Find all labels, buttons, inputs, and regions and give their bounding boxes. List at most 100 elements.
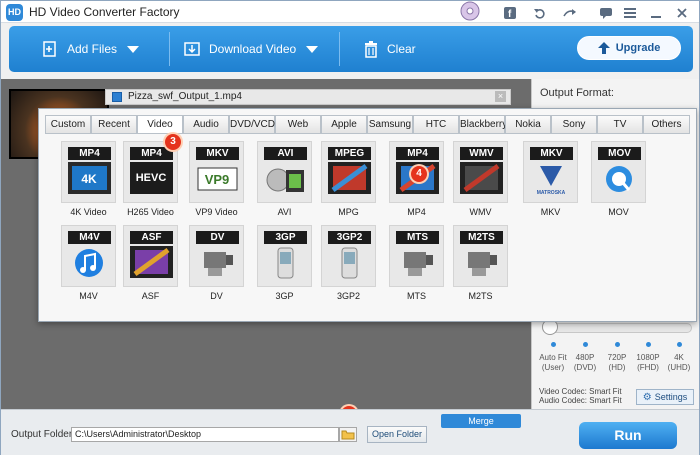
upgrade-button[interactable]: Upgrade <box>577 36 681 60</box>
tab-htc[interactable]: HTC <box>413 115 459 134</box>
window-title: HD Video Converter Factory <box>29 5 180 19</box>
format-band: MTS <box>396 231 439 244</box>
res-option-1080p[interactable]: 1080P (FHD) <box>632 353 664 373</box>
format-label: WMV <box>469 207 492 217</box>
run-button[interactable]: Run <box>579 422 677 449</box>
film-4k-icon: 4K <box>68 162 111 194</box>
svg-text:VP9: VP9 <box>205 172 230 187</box>
chevron-down-icon[interactable] <box>127 45 140 53</box>
format-band: 3GP <box>264 231 307 244</box>
file-checkbox[interactable] <box>112 92 122 102</box>
settings-button[interactable]: ⚙ Settings <box>636 389 694 405</box>
close-icon[interactable] <box>667 2 697 22</box>
format-band: AVI <box>264 147 307 160</box>
phone-icon <box>277 247 294 279</box>
format-label: VP9 Video <box>195 207 238 217</box>
merge-button[interactable]: Merge <box>441 414 521 428</box>
toolbar-divider <box>169 32 170 66</box>
remove-file-icon[interactable]: × <box>495 91 506 102</box>
facebook-icon[interactable]: f <box>495 2 525 22</box>
redo-icon[interactable] <box>555 2 585 22</box>
res-dot <box>615 342 620 347</box>
camcorder-icon <box>404 252 433 276</box>
format-band: 3GP2 <box>328 231 371 244</box>
video-codec-text: Video Codec: Smart Fit <box>539 387 622 396</box>
output-folder-input[interactable]: C:\Users\Administrator\Desktop <box>71 427 339 442</box>
browse-folder-icon[interactable] <box>339 427 357 442</box>
trash-icon <box>365 41 377 58</box>
format-3gp[interactable]: 3GP 3GP <box>257 225 312 301</box>
tab-nokia[interactable]: Nokia <box>505 115 551 134</box>
format-wmv[interactable]: WMV WMV <box>453 141 508 217</box>
res-option-480p[interactable]: 480P (DVD) <box>569 353 601 373</box>
download-video-button[interactable]: Download Video <box>183 26 319 72</box>
tab-sony[interactable]: Sony <box>551 115 597 134</box>
format-band: MP4 <box>396 147 439 160</box>
res-option-720p[interactable]: 720P (HD) <box>601 353 633 373</box>
tab-others[interactable]: Others <box>643 115 690 134</box>
tab-custom[interactable]: Custom <box>45 115 91 134</box>
add-files-label: Add Files <box>67 42 118 56</box>
tab-samsung[interactable]: Samsung <box>367 115 413 134</box>
res-dot <box>583 342 588 347</box>
chevron-down-icon[interactable] <box>306 45 319 53</box>
format-h265-video[interactable]: MP4 HEVC H265 Video <box>123 141 178 217</box>
hevc-icon: HEVC <box>130 162 173 194</box>
format-band: MKV <box>530 147 573 160</box>
clear-button[interactable]: Clear <box>363 26 416 72</box>
res-option-auto-fit[interactable]: Auto Fit (User) <box>537 353 569 373</box>
format-mkv[interactable]: MKV MATROSKA MKV <box>523 141 578 217</box>
output-format-label: Output Format: <box>540 87 614 99</box>
format-label: M2TS <box>468 291 493 301</box>
undo-icon[interactable] <box>525 2 555 22</box>
format-m4v[interactable]: M4V M4V <box>61 225 116 301</box>
resolution-slider[interactable] <box>542 323 692 333</box>
format-mts[interactable]: MTS MTS <box>389 225 444 301</box>
format-label: MKV <box>540 207 561 217</box>
format-band: MP4 <box>68 147 111 160</box>
tab-dvd-vcd[interactable]: DVD/VCD <box>229 115 275 134</box>
format-avi[interactable]: AVI AVI <box>257 141 312 217</box>
format-label: ASF <box>141 291 160 301</box>
open-folder-button[interactable]: Open Folder <box>367 426 427 443</box>
file-row[interactable]: Pizza_swf_Output_1.mp4 × <box>105 89 511 105</box>
res-dot <box>677 342 682 347</box>
app-window: HD HD Video Converter Factory f Add File… <box>0 0 700 455</box>
add-files-icon <box>43 41 56 57</box>
format-mpg[interactable]: MPEG MPG <box>321 141 376 217</box>
format-band: M2TS <box>460 231 503 244</box>
format-band: M4V <box>68 231 111 244</box>
tab-tv[interactable]: TV <box>597 115 643 134</box>
tab-video[interactable]: Video <box>137 115 183 134</box>
format-4k-video[interactable]: MP4 4K 4K Video <box>61 141 116 217</box>
add-files-button[interactable]: Add Files <box>41 26 140 72</box>
tab-blackberry[interactable]: Blackberry <box>459 115 507 134</box>
clear-label: Clear <box>387 42 416 56</box>
format-band: WMV <box>460 147 503 160</box>
step-badge-4: 4 <box>411 166 427 182</box>
format-label: 3GP2 <box>336 291 360 301</box>
tab-audio[interactable]: Audio <box>183 115 229 134</box>
format-band: MPEG <box>328 147 371 160</box>
tab-recent[interactable]: Recent <box>91 115 137 134</box>
disc-icon <box>456 1 484 23</box>
svg-text:4K: 4K <box>81 172 97 186</box>
format-mov[interactable]: MOV MOV <box>591 141 646 217</box>
tab-apple[interactable]: Apple <box>321 115 367 134</box>
phone-icon <box>341 247 358 279</box>
film-strip-icon <box>460 162 503 194</box>
format-label: MPG <box>338 207 359 217</box>
format-asf[interactable]: ASF ASF <box>123 225 178 301</box>
camcorder-icon <box>204 252 233 276</box>
svg-text:HEVC: HEVC <box>136 172 167 184</box>
format-band: ASF <box>130 231 173 244</box>
tab-web[interactable]: Web <box>275 115 321 134</box>
file-name: Pizza_swf_Output_1.mp4 <box>128 91 242 102</box>
format-dv[interactable]: DV DV <box>189 225 244 301</box>
format-m2ts[interactable]: M2TS M2TS <box>453 225 508 301</box>
format-3gp2[interactable]: 3GP2 3GP2 <box>321 225 376 301</box>
quicktime-icon <box>606 166 632 192</box>
format-dialog: Custom Recent Video Audio DVD/VCD Web Ap… <box>38 108 697 322</box>
format-vp9-video[interactable]: MKV VP9 VP9 Video <box>189 141 244 217</box>
res-option-4k[interactable]: 4K (UHD) <box>663 353 695 373</box>
